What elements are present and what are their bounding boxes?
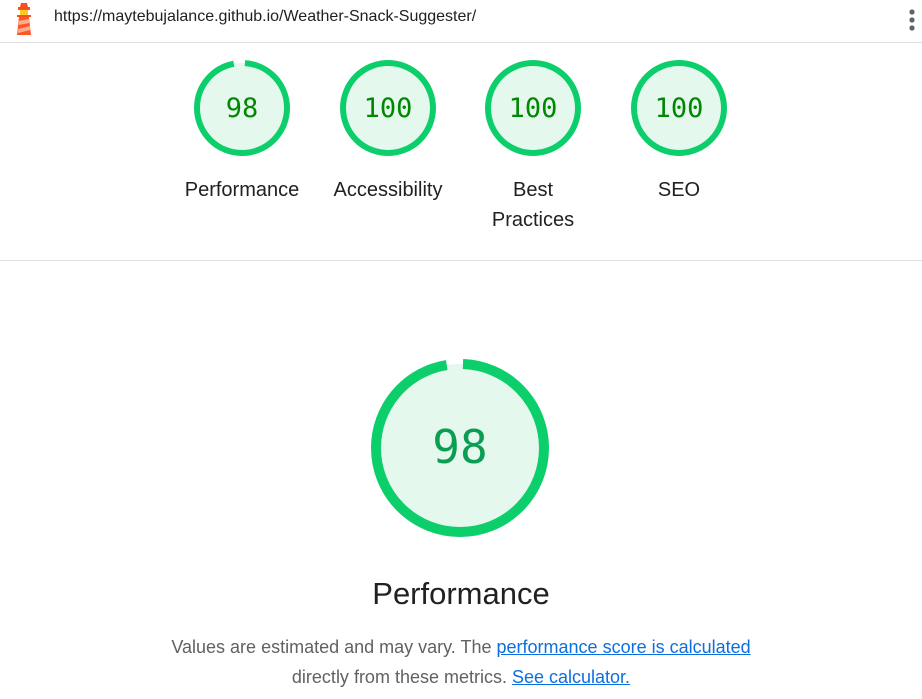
performance-section: 98 Performance Values are estimated and … bbox=[0, 262, 922, 699]
gauge-score: 98 bbox=[226, 93, 259, 124]
gauge-performance[interactable]: 98 Performance bbox=[182, 58, 302, 205]
report-url[interactable]: https://maytebujalance.github.io/Weather… bbox=[54, 8, 476, 26]
performance-score-large: 98 bbox=[432, 420, 487, 474]
performance-gauge-large: 98 bbox=[371, 359, 549, 537]
gauge-label: Best Practices bbox=[473, 175, 593, 235]
more-vert-icon[interactable] bbox=[904, 6, 920, 34]
gauge-label: Accessibility bbox=[333, 179, 443, 201]
performance-score-link[interactable]: performance score is calculated bbox=[497, 637, 751, 657]
gauge-ring: 100 bbox=[485, 60, 581, 156]
report-header: https://maytebujalance.github.io/Weather… bbox=[0, 0, 922, 43]
gauge-score: 100 bbox=[655, 93, 704, 124]
performance-description: Values are estimated and may vary. The p… bbox=[0, 632, 922, 692]
see-calculator-link[interactable]: See calculator. bbox=[512, 667, 630, 687]
gauge-seo[interactable]: 100 SEO bbox=[619, 58, 739, 205]
lighthouse-icon bbox=[17, 3, 31, 35]
gauge-ring: 100 bbox=[631, 60, 727, 156]
performance-title: Performance bbox=[372, 576, 550, 611]
gauge-accessibility[interactable]: 100 Accessibility bbox=[328, 58, 448, 205]
gauge-label-line: Practices bbox=[491, 209, 575, 231]
desc-text: directly from these metrics. bbox=[291, 667, 512, 687]
gauge-ring: 98 bbox=[194, 60, 290, 156]
gauge-score: 100 bbox=[364, 93, 413, 124]
gauge-best-practices[interactable]: 100 Best Practices bbox=[473, 58, 593, 235]
gauge-label-line: Best bbox=[512, 179, 554, 201]
score-summary: 98 Performance 100 Accessibility 100 Bes… bbox=[0, 43, 922, 261]
gauge-ring: 100 bbox=[340, 60, 436, 156]
gauge-label: Performance bbox=[184, 179, 300, 201]
gauge-score: 100 bbox=[509, 93, 558, 124]
gauge-label: SEO bbox=[657, 179, 701, 201]
desc-text: Values are estimated and may vary. The bbox=[171, 637, 497, 657]
